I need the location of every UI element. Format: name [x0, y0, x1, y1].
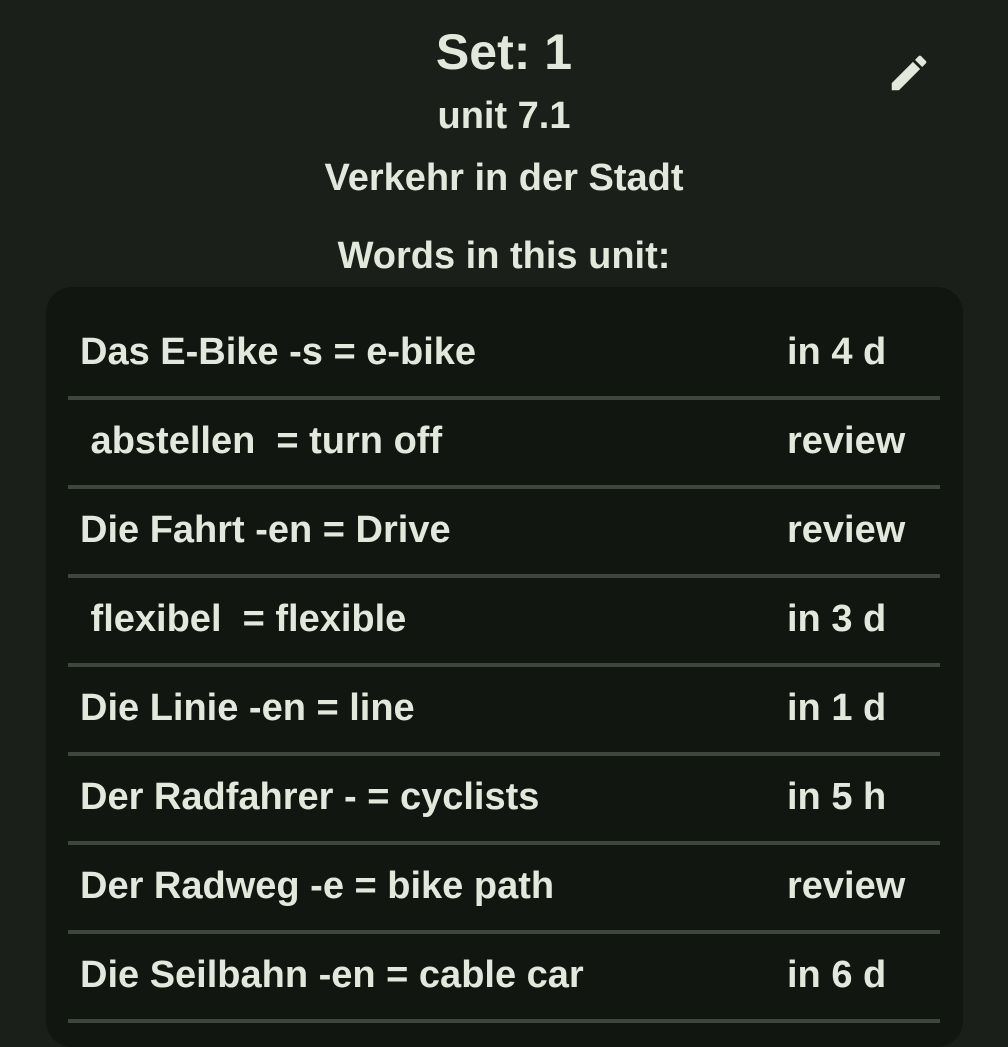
word-due-status: in 1 d	[787, 687, 887, 729]
word-row[interactable]: Das E-Bike -s = e-bike in 4 d	[68, 309, 940, 400]
word-list-card: Das E-Bike -s = e-bike in 4 d abstellen …	[46, 287, 963, 1047]
word-entry: Der Radfahrer - = cyclists	[80, 776, 540, 818]
word-due-status: in 5 h	[787, 776, 887, 818]
word-entry: Der Radweg -e = bike path	[80, 865, 555, 907]
word-due-status: in 4 d	[787, 331, 887, 373]
word-due-status: review	[787, 509, 906, 551]
word-due-status: review	[787, 865, 906, 907]
set-title: Set: 1	[435, 24, 573, 80]
word-due-status: in 6 d	[787, 954, 887, 996]
word-entry: Die Seilbahn -en = cable car	[80, 954, 584, 996]
word-row[interactable]: abstellen = turn off review	[68, 398, 940, 489]
word-row[interactable]: Die Fahrt -en = Drive review	[68, 487, 940, 578]
word-entry: flexibel = flexible	[80, 598, 407, 640]
unit-topic: Verkehr in der Stadt	[324, 157, 684, 199]
word-due-status: in 3 d	[787, 598, 887, 640]
edit-button[interactable]	[878, 42, 940, 104]
word-row[interactable]: Die Linie -en = line in 1 d	[68, 665, 940, 756]
word-entry: Die Fahrt -en = Drive	[80, 509, 451, 551]
unit-name: unit 7.1	[437, 95, 571, 137]
pencil-icon	[891, 55, 927, 91]
words-heading: Words in this unit:	[337, 235, 671, 277]
word-due-status: review	[787, 420, 906, 462]
word-entry: Die Linie -en = line	[80, 687, 415, 729]
word-row[interactable]: Der Radweg -e = bike path review	[68, 843, 940, 934]
word-entry: Das E-Bike -s = e-bike	[80, 331, 477, 373]
word-row[interactable]: flexibel = flexible in 3 d	[68, 576, 940, 667]
word-row[interactable]: Die Seilbahn -en = cable car in 6 d	[68, 932, 940, 1023]
word-entry: abstellen = turn off	[80, 420, 443, 462]
word-row[interactable]: Der Radfahrer - = cyclists in 5 h	[68, 754, 940, 845]
